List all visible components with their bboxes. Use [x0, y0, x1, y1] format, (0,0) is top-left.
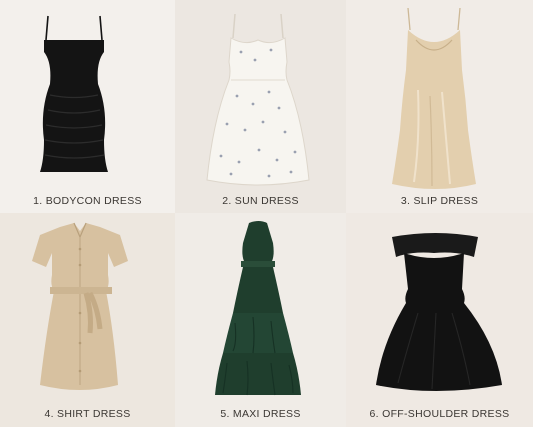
maxi-dress-icon [215, 221, 301, 396]
dress-label: 4. SHIRT DRESS [44, 408, 131, 420]
sun-dress-icon [206, 13, 310, 186]
dress-label: 6. OFF-SHOULDER DRESS [369, 408, 510, 420]
dress-label: 3. SLIP DRESS [400, 195, 479, 207]
panel-maxi-dress: 5. MAXI DRESS [175, 213, 346, 427]
dress-label: 2. SUN DRESS [222, 195, 299, 207]
panel-bodycon-dress: 1. BODYCON DRESS [0, 0, 175, 213]
panel-sun-dress: 2. SUN DRESS [175, 0, 346, 213]
slip-dress-icon [392, 7, 476, 189]
dress-label: 1. BODYCON DRESS [33, 195, 142, 207]
dress-styles-grid: 1. BODYCON DRESS 2. SUN DRESS 3. SLIP DR… [0, 0, 533, 427]
panel-off-shoulder-dress: 6. OFF-SHOULDER DRESS [346, 213, 533, 427]
panel-slip-dress: 3. SLIP DRESS [346, 0, 533, 213]
panel-shirt-dress: 4. SHIRT DRESS [0, 213, 175, 427]
dress-label: 5. MAXI DRESS [220, 408, 301, 420]
bodycon-dress-icon [40, 15, 108, 172]
shirt-dress-icon [32, 222, 128, 390]
off-shoulder-dress-icon [376, 233, 502, 391]
